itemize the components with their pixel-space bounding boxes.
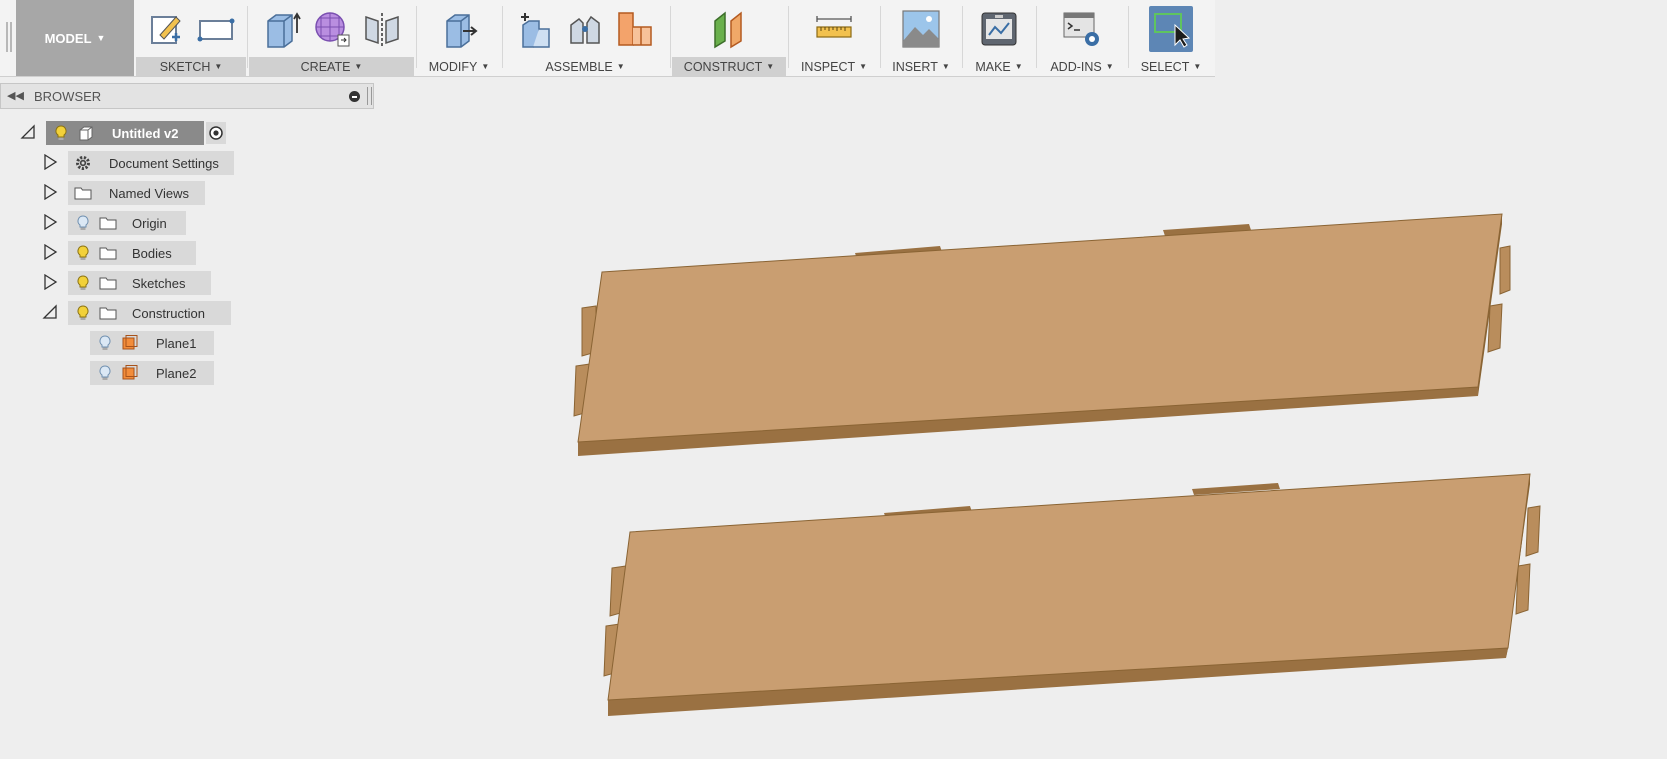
addins-menu[interactable]: ADD-INS ▼ <box>1038 57 1126 76</box>
panel-grip-icon[interactable] <box>367 87 372 105</box>
sketch-group: SKETCH ▼ <box>136 0 246 76</box>
new-component-icon[interactable] <box>513 6 557 52</box>
browser-header: ◀◀ BROWSER <box>0 83 374 109</box>
toolbar: MODEL ▼ SKETCH ▼ CREATE ▼ MODIFY ▼ ASSEM… <box>0 0 1215 77</box>
assemble-group: ASSEMBLE ▼ <box>504 0 666 76</box>
form-icon[interactable] <box>310 6 354 52</box>
assemble-menu[interactable]: ASSEMBLE ▼ <box>504 57 666 76</box>
addins-group: ADD-INS ▼ <box>1038 0 1126 76</box>
make-group: MAKE ▼ <box>964 0 1034 76</box>
insert-group: INSERT ▼ <box>882 0 960 76</box>
select-group: SELECT ▼ <box>1130 0 1212 76</box>
inspect-group: INSPECT ▼ <box>790 0 878 76</box>
wood-panel-upper[interactable] <box>573 213 1511 456</box>
as-built-joint-icon[interactable] <box>613 6 657 52</box>
press-pull-icon[interactable] <box>437 6 481 52</box>
workspace-label: MODEL <box>44 30 92 46</box>
select-menu[interactable]: SELECT ▼ <box>1130 57 1212 76</box>
3d-print-icon[interactable] <box>977 6 1021 52</box>
scripts-addins-icon[interactable] <box>1060 6 1104 52</box>
toolbar-grip[interactable] <box>6 22 12 52</box>
inspect-menu[interactable]: INSPECT ▼ <box>790 57 878 76</box>
joint-icon[interactable] <box>563 6 607 52</box>
offset-plane-icon[interactable] <box>707 6 751 52</box>
create-sketch-icon[interactable] <box>144 6 188 52</box>
sketch-menu[interactable]: SKETCH ▼ <box>136 57 246 76</box>
wood-panel-lower[interactable] <box>603 473 1541 716</box>
modify-group: MODIFY ▼ <box>418 0 500 76</box>
minimize-icon[interactable] <box>349 91 360 102</box>
construct-menu[interactable]: CONSTRUCT ▼ <box>672 57 786 76</box>
insert-menu[interactable]: INSERT ▼ <box>882 57 960 76</box>
browser-title: BROWSER <box>34 89 102 104</box>
collapse-panel-icon[interactable]: ◀◀ <box>7 89 24 102</box>
construct-group: CONSTRUCT ▼ <box>672 0 786 76</box>
measure-icon[interactable] <box>812 6 856 52</box>
create-menu[interactable]: CREATE ▼ <box>249 57 414 76</box>
mirror-icon[interactable] <box>360 6 404 52</box>
workspace-switcher[interactable]: MODEL ▼ <box>16 0 134 76</box>
model-canvas <box>573 213 1541 716</box>
insert-image-icon[interactable] <box>899 6 943 52</box>
select-icon[interactable] <box>1149 6 1193 52</box>
create-group: CREATE ▼ <box>249 0 414 76</box>
rectangle-icon[interactable] <box>194 6 238 52</box>
modify-menu[interactable]: MODIFY ▼ <box>418 57 500 76</box>
extrude-icon[interactable] <box>260 6 304 52</box>
caret-down-icon: ▼ <box>96 33 106 43</box>
3d-viewport[interactable] <box>0 110 1667 759</box>
make-menu[interactable]: MAKE ▼ <box>964 57 1034 76</box>
